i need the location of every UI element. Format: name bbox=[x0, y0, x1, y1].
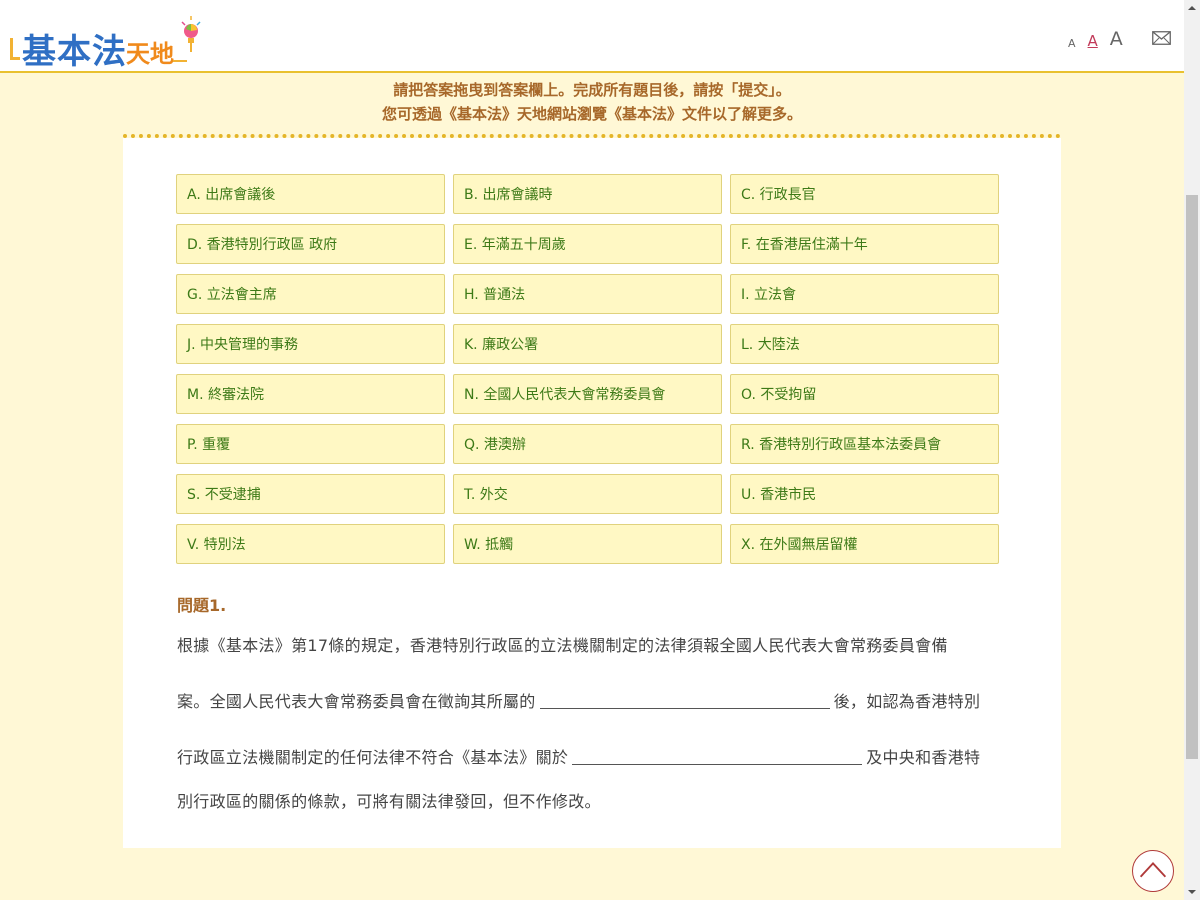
answer-drop-zone-2[interactable] bbox=[572, 747, 863, 765]
answer-option[interactable]: M. 終審法院 bbox=[176, 374, 445, 414]
answer-option[interactable]: W. 抵觸 bbox=[453, 524, 722, 564]
question-line-3: 行政區立法機關制定的任何法律不符合《基本法》關於 及中央和香港特 bbox=[177, 744, 1017, 768]
answer-option[interactable]: X. 在外國無居留權 bbox=[730, 524, 999, 564]
answer-option[interactable]: J. 中央管理的事務 bbox=[176, 324, 445, 364]
answer-option[interactable]: O. 不受拘留 bbox=[730, 374, 999, 414]
answer-option[interactable]: N. 全國人民代表大會常務委員會 bbox=[453, 374, 722, 414]
scrollbar-thumb[interactable] bbox=[1186, 195, 1198, 759]
answer-option[interactable]: D. 香港特別行政區 政府 bbox=[176, 224, 445, 264]
back-to-top-chevron-up-icon[interactable] bbox=[1132, 850, 1174, 892]
question-line-3-start: 行政區立法機關制定的任何法律不符合《基本法》關於 bbox=[177, 748, 569, 767]
answer-option[interactable]: E. 年滿五十周歲 bbox=[453, 224, 722, 264]
font-size-small-button[interactable]: A bbox=[1068, 37, 1076, 50]
answer-options-grid: A. 出席會議後 B. 出席會議時 C. 行政長官 D. 香港特別行政區 政府 … bbox=[176, 174, 1006, 564]
instruction-line-1: 請把答案拖曳到答案欄上。完成所有題目後，請按「提交」。 bbox=[393, 81, 791, 99]
question-line-1: 根據《基本法》第17條的規定，香港特別行政區的立法機關制定的法律須報全國人民代表… bbox=[177, 636, 948, 655]
font-size-controls: A A A bbox=[1068, 26, 1123, 50]
vertical-scrollbar[interactable] bbox=[1184, 0, 1200, 900]
answer-option[interactable]: S. 不受逮捕 bbox=[176, 474, 445, 514]
answer-drop-zone-1[interactable] bbox=[539, 691, 830, 709]
lightbulb-icon bbox=[181, 16, 201, 52]
logo-underline-decoration bbox=[173, 60, 187, 62]
mail-icon[interactable] bbox=[1152, 31, 1171, 45]
question-line-2-start: 案。全國人民代表大會常務委員會在徵詢其所屬的 bbox=[177, 692, 536, 711]
question-line-2: 案。全國人民代表大會常務委員會在徵詢其所屬的 後，如認為香港特別 bbox=[177, 688, 1017, 712]
instruction-line-2: 您可透過《基本法》天地網站瀏覽《基本法》文件以了解更多。 bbox=[381, 105, 802, 123]
answer-option[interactable]: G. 立法會主席 bbox=[176, 274, 445, 314]
answer-option[interactable]: V. 特別法 bbox=[176, 524, 445, 564]
answer-option[interactable]: H. 普通法 bbox=[453, 274, 722, 314]
site-logo[interactable]: 基本法 天地 bbox=[8, 10, 208, 72]
answer-option[interactable]: I. 立法會 bbox=[730, 274, 999, 314]
font-size-large-button[interactable]: A bbox=[1110, 28, 1123, 50]
answer-option[interactable]: U. 香港市民 bbox=[730, 474, 999, 514]
answer-option[interactable]: T. 外交 bbox=[453, 474, 722, 514]
scroll-down-arrow-icon[interactable] bbox=[1184, 884, 1200, 900]
logo-sub-text: 天地 bbox=[126, 40, 174, 68]
question-title: 問題1. bbox=[177, 596, 227, 615]
answer-option[interactable]: B. 出席會議時 bbox=[453, 174, 722, 214]
answer-option[interactable]: R. 香港特別行政區基本法委員會 bbox=[730, 424, 999, 464]
site-header: 基本法 天地 A A A bbox=[0, 0, 1184, 73]
question-line-2-end: 後，如認為香港特別 bbox=[833, 692, 981, 711]
answer-option[interactable]: L. 大陸法 bbox=[730, 324, 999, 364]
answer-option[interactable]: Q. 港澳辦 bbox=[453, 424, 722, 464]
answer-option[interactable]: A. 出席會議後 bbox=[176, 174, 445, 214]
font-size-medium-button[interactable]: A bbox=[1088, 32, 1098, 50]
instructions: 請把答案拖曳到答案欄上。完成所有題目後，請按「提交」。 您可透過《基本法》天地網… bbox=[0, 78, 1184, 126]
answer-option[interactable]: C. 行政長官 bbox=[730, 174, 999, 214]
question-line-4: 別行政區的關係的條款，可將有關法律發回，但不作修改。 bbox=[177, 792, 601, 811]
logo-bracket-decoration bbox=[10, 38, 20, 60]
quiz-panel: A. 出席會議後 B. 出席會議時 C. 行政長官 D. 香港特別行政區 政府 … bbox=[123, 138, 1061, 848]
logo-main-text: 基本法 bbox=[22, 32, 127, 72]
scroll-up-arrow-icon[interactable] bbox=[1184, 0, 1200, 16]
question-line-3-end: 及中央和香港特 bbox=[866, 748, 981, 767]
answer-option[interactable]: F. 在香港居住滿十年 bbox=[730, 224, 999, 264]
answer-option[interactable]: P. 重覆 bbox=[176, 424, 445, 464]
answer-option[interactable]: K. 廉政公署 bbox=[453, 324, 722, 364]
